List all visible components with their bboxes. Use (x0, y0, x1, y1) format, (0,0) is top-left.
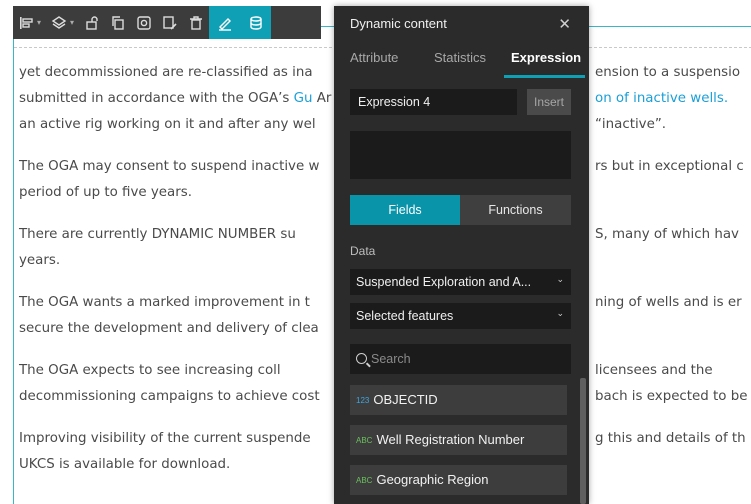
fields-toggle[interactable]: Fields (350, 195, 460, 225)
chevron-down-icon: ⌄ (556, 308, 564, 318)
document-text: g this and details of th (595, 431, 746, 446)
pencil-icon (218, 17, 231, 31)
document-text: ning of wells and is er (595, 295, 742, 310)
document-text: UKCS is available for download. (19, 457, 231, 472)
align-icon (20, 16, 33, 29)
duplicate-button[interactable] (105, 6, 131, 39)
insert-button[interactable]: Insert (527, 89, 571, 115)
string-type-icon: ABC (356, 436, 373, 445)
database-icon (249, 15, 262, 30)
document-text: Improving visibility of the current susp… (19, 431, 311, 446)
chevron-down-icon: ⌄ (556, 274, 564, 284)
field-item-geographic-region[interactable]: ABC Geographic Region (350, 465, 567, 495)
document-text: yet decommissioned are re-classified as … (19, 65, 313, 80)
target-icon (137, 15, 151, 30)
search-placeholder: Search (371, 352, 411, 366)
document-text: decommissioning campaigns to achieve cos… (19, 389, 320, 404)
document-text: bach is expected to be (595, 389, 748, 404)
document-text: “inactive”. (595, 117, 667, 132)
feature-scope-select[interactable]: Selected features ⌄ (350, 303, 571, 329)
dynamic-content-button[interactable] (240, 6, 272, 39)
document-text: The OGA expects to see increasing coll (19, 363, 281, 378)
edit-settings-button[interactable] (157, 6, 183, 39)
document-text: Ar (312, 91, 332, 106)
layers-icon (51, 15, 67, 29)
document-text: The OGA wants a marked improvement in t (19, 295, 310, 310)
expression-name-field[interactable]: Expression 4 (350, 89, 517, 115)
document-link[interactable]: Gu (294, 91, 313, 106)
element-toolbar: ▾ ▾ (13, 6, 321, 39)
delete-button[interactable] (183, 6, 209, 39)
data-label: Data (350, 244, 376, 258)
field-label: Well Registration Number (376, 432, 525, 447)
field-label: OBJECTID (373, 392, 438, 407)
tab-attribute[interactable]: Attribute (350, 50, 398, 65)
dynamic-content-panel: Dynamic content ✕ Attribute Statistics E… (334, 6, 589, 504)
feature-select-value: Selected features (356, 309, 454, 323)
search-icon (356, 353, 367, 364)
copy-icon (112, 15, 124, 30)
layer-select-value: Suspended Exploration and A... (356, 275, 532, 289)
panel-tabs: Attribute Statistics Expression (334, 44, 589, 78)
layer-select[interactable]: Suspended Exploration and A... ⌄ (350, 269, 571, 295)
document-text: The OGA may consent to suspend inactive … (19, 159, 320, 174)
arrange-button[interactable]: ▾ (46, 6, 79, 39)
trash-icon (190, 15, 203, 30)
functions-toggle[interactable]: Functions (460, 195, 571, 225)
active-tab-indicator (504, 75, 585, 78)
document-text: S, many of which hav (595, 227, 739, 242)
document-text: period of up to five years. (19, 185, 192, 200)
unlock-icon (86, 15, 98, 30)
number-type-icon: 123 (356, 396, 370, 405)
fields-scrollbar[interactable] (580, 378, 586, 504)
document-link[interactable]: on of inactive wells. (595, 86, 728, 112)
edit-button[interactable] (209, 6, 241, 39)
document-text: secure the development and delivery of c… (19, 321, 319, 336)
tab-statistics[interactable]: Statistics (434, 50, 486, 65)
document-text: an active rig working on it and after an… (19, 117, 316, 132)
string-type-icon: ABC (356, 476, 373, 485)
document-text: There are currently DYNAMIC NUMBER su (19, 227, 296, 242)
close-icon[interactable]: ✕ (558, 15, 571, 33)
expression-editor[interactable] (350, 131, 571, 179)
document-text: submitted in accordance with the OGA’s (19, 91, 294, 106)
panel-title: Dynamic content (350, 16, 447, 31)
tab-expression[interactable]: Expression (511, 50, 581, 65)
edit-doc-icon (163, 15, 177, 30)
align-button[interactable]: ▾ (13, 6, 46, 39)
document-text: rs but in exceptional c (595, 159, 744, 174)
lock-button[interactable] (79, 6, 105, 39)
document-text: licensees and the (595, 363, 713, 378)
field-search-input[interactable]: Search (350, 344, 571, 374)
document-text: ension to a suspensio (595, 65, 741, 80)
field-item-well-registration-number[interactable]: ABC Well Registration Number (350, 425, 567, 455)
chevron-down-icon: ▾ (70, 18, 75, 27)
field-label: Geographic Region (376, 472, 489, 487)
document-text: years. (19, 253, 61, 268)
chevron-down-icon: ▾ (37, 18, 42, 27)
focus-button[interactable] (131, 6, 157, 39)
field-item-objectid[interactable]: 123 OBJECTID (350, 385, 567, 415)
